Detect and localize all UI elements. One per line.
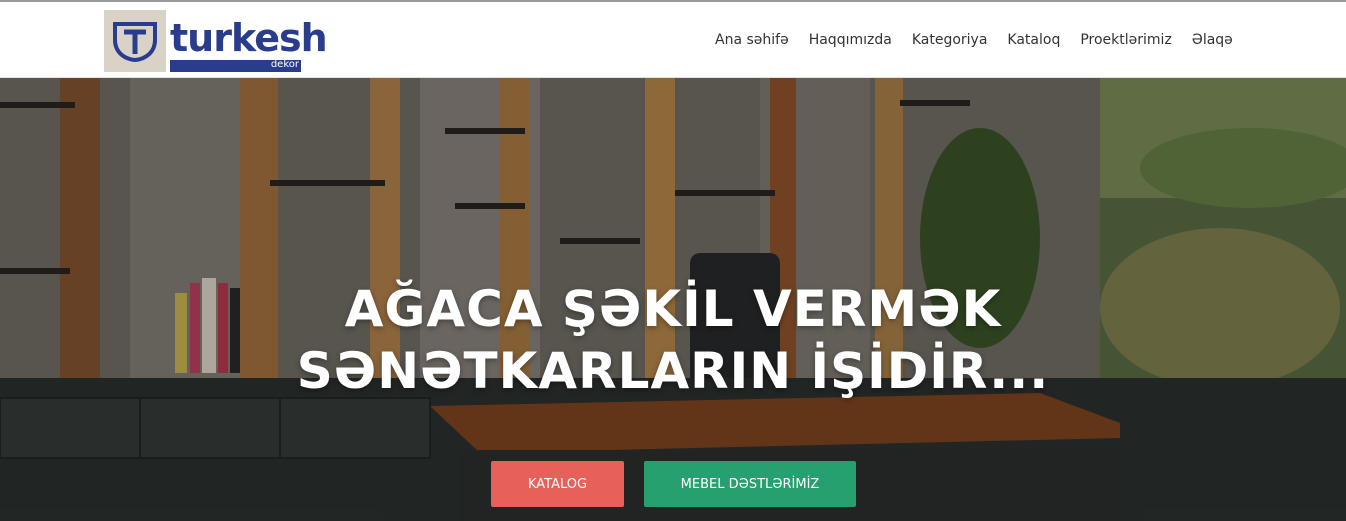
mebel-sets-button[interactable]: MEBEL DƏSTLƏRİMİZ — [644, 461, 856, 507]
hero-banner: AĞACA ŞƏKİL VERMƏK SƏNƏTKARLARIN İŞİDİR.… — [0, 78, 1346, 521]
logo[interactable]: turkesh dekor — [104, 10, 328, 74]
nav-item-category[interactable]: Kategoriya — [912, 32, 988, 48]
nav-item-home[interactable]: Ana səhifə — [715, 32, 789, 48]
nav-item-catalog[interactable]: Kataloq — [1007, 32, 1060, 48]
logo-bar: dekor — [170, 59, 301, 72]
hero-headline: AĞACA ŞƏKİL VERMƏK SƏNƏTKARLARIN İŞİDİR.… — [0, 278, 1346, 402]
logo-emblem-icon — [104, 10, 166, 72]
hero-headline-line1: AĞACA ŞƏKİL VERMƏK — [344, 280, 1002, 338]
nav-item-contact[interactable]: Əlaqə — [1192, 32, 1233, 48]
nav-item-about[interactable]: Haqqımızda — [809, 32, 892, 48]
logo-wordmark: turkesh — [170, 16, 328, 60]
katalog-button[interactable]: KATALOG — [491, 461, 624, 507]
logo-subtitle: dekor — [270, 59, 299, 70]
nav-item-projects[interactable]: Proektlərimiz — [1080, 32, 1171, 48]
hero-headline-line2: SƏNƏTKARLARIN İŞİDİR... — [296, 342, 1050, 400]
main-nav: Ana səhifə Haqqımızda Kategoriya Kataloq… — [715, 2, 1233, 78]
navbar: turkesh dekor Ana səhifə Haqqımızda Kate… — [0, 2, 1346, 78]
